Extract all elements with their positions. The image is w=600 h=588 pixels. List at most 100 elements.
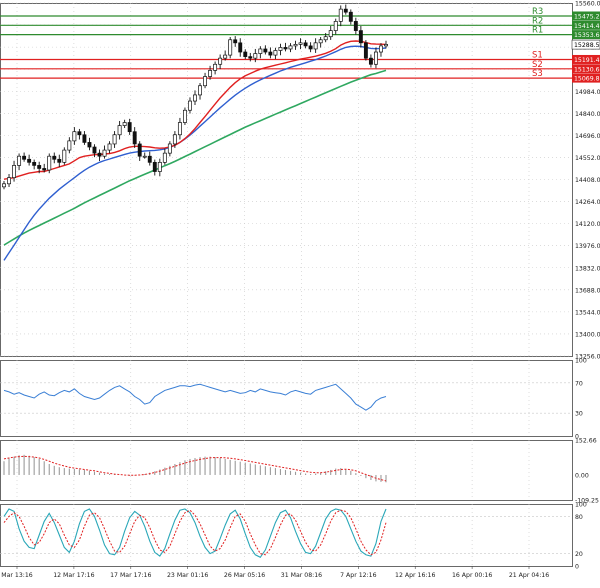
level-price-label-r2: 15414.4: [574, 23, 600, 30]
candle-body: [308, 45, 313, 50]
candle-body: [193, 94, 197, 102]
candle-body: [278, 47, 283, 51]
ema-red-line: [3, 40, 387, 180]
level-name-r1: R1: [532, 26, 543, 36]
macd-y-tick-label: 0.00: [575, 472, 589, 479]
candle-body: [157, 161, 162, 172]
candle-body: [233, 39, 238, 44]
main-y-tick-label: 14552.0: [575, 155, 600, 162]
stoch-y-tick-label: 20: [575, 551, 583, 558]
rsi-pane-frame: [0, 360, 573, 437]
candle-body: [12, 165, 17, 179]
candle-body: [152, 161, 157, 172]
candle-body: [268, 51, 273, 56]
main-pane-frame: [0, 3, 573, 357]
candle-body: [67, 140, 72, 151]
x-tick-label: 31 Mar 08:16: [281, 572, 322, 579]
stoch-y-tick-label: 0: [575, 564, 579, 571]
x-tick-label: 16 Apr 00:16: [452, 572, 492, 579]
candle-body: [328, 30, 333, 38]
stoch-y-tick-label: 100: [575, 502, 587, 509]
candle-body: [333, 21, 338, 31]
x-tick-label: 21 Apr 04:16: [509, 572, 549, 579]
stoch-pane-frame: [0, 504, 573, 567]
candle-body: [77, 131, 82, 136]
candle-body: [368, 57, 373, 65]
candle-body: [72, 131, 77, 142]
candle-body: [248, 56, 253, 59]
candle-body: [348, 11, 353, 22]
chart-canvas: 15560.015416.015272.015128.014984.014840…: [0, 1, 600, 579]
stoch-y-tick-label: 80: [575, 514, 583, 521]
x-tick-label: 7 Apr 12:16: [340, 572, 376, 579]
candle-body: [2, 183, 6, 188]
candle-body: [52, 155, 57, 160]
main-y-tick-label: 14984.0: [575, 89, 600, 96]
candle-body: [62, 149, 67, 163]
candle-body: [258, 48, 263, 54]
main-y-tick-label: 14264.0: [575, 199, 600, 206]
candle-body: [177, 122, 182, 136]
candle-body: [57, 158, 62, 163]
candle-body: [92, 146, 97, 154]
candle-body: [318, 39, 323, 44]
level-price-label-r1: 15353.6: [574, 32, 600, 39]
candle-body: [117, 125, 122, 136]
candle-body: [243, 51, 248, 57]
candle-body: [27, 158, 32, 163]
candle-body: [379, 45, 383, 53]
candle-body: [363, 42, 368, 59]
x-tick-label: 17 Mar 17:16: [110, 572, 151, 579]
rsi-y-tick-label: 30: [575, 411, 583, 418]
candle-body: [142, 155, 147, 158]
level-name-s3: S3: [532, 69, 543, 79]
main-y-tick-label: 13832.0: [575, 265, 600, 272]
candle-body: [97, 152, 102, 157]
candle-body: [82, 134, 87, 143]
candle-body: [273, 50, 278, 56]
main-y-tick-label: 13688.0: [575, 287, 600, 294]
main-y-tick-label: 14120.0: [575, 221, 600, 228]
candle-body: [87, 142, 92, 148]
candle-body: [358, 30, 363, 44]
candle-body: [162, 152, 167, 163]
level-price-label-s1: 15191.4: [574, 57, 600, 64]
candle-body: [188, 100, 192, 111]
candle-body: [17, 155, 22, 166]
candle-body: [147, 155, 152, 163]
candle-body: [323, 36, 328, 41]
candle-body: [42, 168, 47, 171]
candle-body: [213, 63, 218, 71]
candle-body: [132, 131, 137, 145]
candle-body: [303, 42, 308, 47]
candle-body: [293, 44, 298, 47]
x-tick-label: 26 Mar 05:16: [224, 572, 265, 579]
candle-body: [263, 48, 268, 53]
candle-body: [182, 109, 187, 123]
trading-chart: 15560.015416.015272.015128.014984.014840…: [0, 0, 600, 584]
rsi-y-tick-label: 70: [575, 380, 583, 387]
main-y-tick-label: 15560.0: [575, 1, 600, 8]
candle-body: [288, 45, 293, 50]
main-y-tick-label: 14840.0: [575, 111, 600, 118]
level-price-label-s2: 15130.6: [574, 66, 600, 73]
candle-body: [167, 143, 172, 154]
candle-body: [373, 51, 378, 65]
candle-body: [343, 8, 348, 13]
candle-body: [203, 76, 208, 87]
x-tick-label: Mar 13:16: [1, 572, 33, 579]
candle-body: [223, 54, 228, 59]
candle-body: [22, 155, 27, 160]
candle-body: [172, 134, 177, 145]
level-price-label-r3: 15475.2: [574, 13, 600, 20]
candle-body: [102, 149, 107, 157]
candle-body: [112, 134, 117, 145]
candle-body: [228, 39, 233, 56]
main-y-tick-label: 13400.0: [575, 331, 600, 338]
candle-body: [338, 8, 343, 22]
candle-body: [37, 165, 42, 169]
x-tick-label: 12 Apr 16:16: [395, 572, 435, 579]
candle-body: [122, 122, 127, 126]
rsi-y-tick-label: 100: [575, 358, 587, 365]
macd-y-tick-label: 152.66: [575, 438, 597, 445]
